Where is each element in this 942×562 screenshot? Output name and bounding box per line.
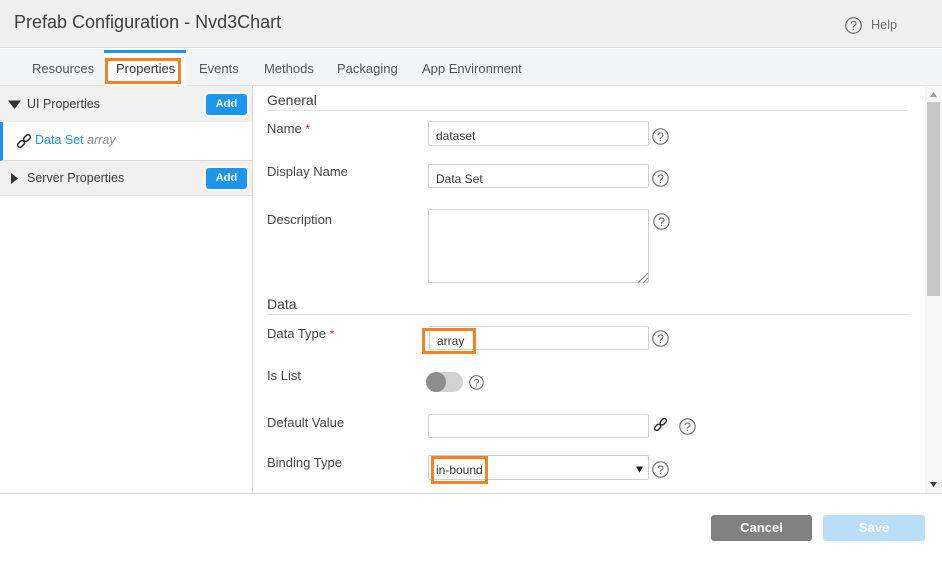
svg-text:?: ? [657, 463, 664, 477]
svg-text:?: ? [658, 215, 665, 229]
svg-text:?: ? [657, 332, 664, 346]
svg-text:?: ? [657, 172, 664, 186]
svg-text:?: ? [473, 377, 479, 389]
svg-text:?: ? [657, 130, 664, 144]
svg-text:?: ? [850, 19, 857, 33]
svg-text:?: ? [684, 420, 691, 434]
